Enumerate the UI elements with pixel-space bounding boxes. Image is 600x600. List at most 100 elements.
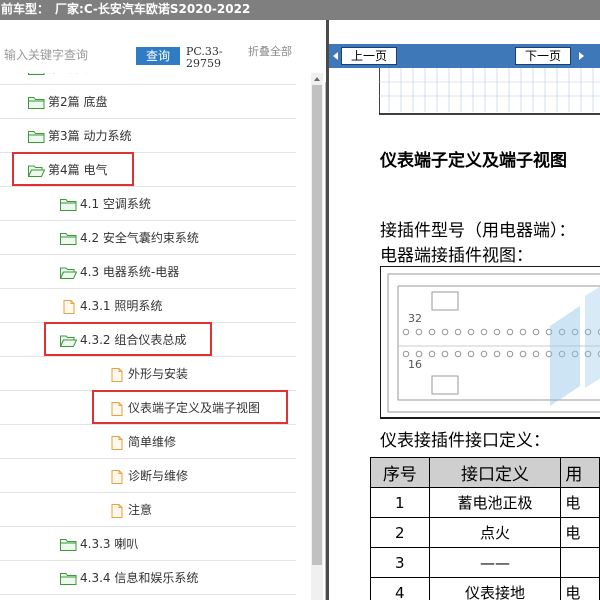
connector-model-label: 接插件型号（用电器端）： xyxy=(380,221,576,241)
tree-node-label: 注意 xyxy=(128,503,153,517)
tree-node[interactable]: 4.3.4 信息和娱乐系统 xyxy=(0,561,296,595)
document-icon xyxy=(108,367,125,382)
catalog-tree: 第1篇 概述第2篇 底盘第3篇 动力系统第4篇 电气 4.1 空调系统 4.2 安全… xyxy=(0,73,310,600)
table-row: 2 点火 电 xyxy=(370,517,600,548)
connector-pin xyxy=(454,328,462,336)
tree-node-label: 4.2 安全气囊约束系统 xyxy=(80,231,199,245)
connector-pin xyxy=(519,328,527,336)
table-header-cell: 序号 xyxy=(370,457,430,488)
table-header-cell: 用 xyxy=(560,457,600,488)
table-cell: 点火 xyxy=(428,517,562,548)
connector-pin xyxy=(506,328,514,336)
document-panel: 上一页 下一页 仪表端子定义及端子视图 接插件型号（用电器端）： 电器端接插件视… xyxy=(329,20,600,600)
tree-node[interactable]: 第4篇 电气 xyxy=(0,152,296,187)
folder-icon xyxy=(28,95,45,109)
tree-node[interactable]: 4.1 空调系统 xyxy=(0,187,296,221)
table-cell: 3 xyxy=(370,547,430,578)
connector-pin xyxy=(480,328,488,336)
connector-view-label: 电器端接插件视图： xyxy=(380,246,533,266)
tree-node-label: 4.3 电器系统-电器 xyxy=(80,265,180,279)
table-cell: 1 xyxy=(370,487,430,518)
page-nav-bar: 上一页 下一页 xyxy=(329,44,600,68)
app-window: 前车型： 厂家:C-长安汽车欧诺S2020-2022 查询 PC.33-29759… xyxy=(0,0,600,600)
folder-icon xyxy=(60,537,77,551)
folder-open-icon xyxy=(59,265,78,279)
table-cell: 4 xyxy=(370,577,430,600)
pin-definition-table: 序号 接口定义 用 1 蓄电池正极 电 2 点火 电 3 —— 4 仪表接地 电 xyxy=(370,457,600,600)
folder-icon xyxy=(60,197,77,211)
table-row: 3 —— xyxy=(370,547,600,578)
folder-icon xyxy=(28,129,45,143)
connector-pin xyxy=(441,350,449,358)
connector-pin xyxy=(415,350,423,358)
tree-node[interactable]: 4.3.3 喇叭 xyxy=(0,527,296,561)
tree-node-label: 第3篇 动力系统 xyxy=(48,129,132,143)
tree-node[interactable]: 第3篇 动力系统 xyxy=(0,119,296,153)
tree-node-label: 诊断与维修 xyxy=(128,469,189,483)
collapse-all-link[interactable]: 折叠全部 xyxy=(248,46,292,58)
tree-node-label: 4.3.1 照明系统 xyxy=(80,299,163,313)
table-row: 4 仪表接地 电 xyxy=(370,577,600,600)
folder-icon xyxy=(60,231,77,245)
table-cell: 蓄电池正极 xyxy=(428,487,562,518)
connector-pin xyxy=(532,350,540,358)
tree-node[interactable]: 简单维修 xyxy=(0,425,296,459)
connector-pin xyxy=(415,328,423,336)
next-page-button[interactable]: 下一页 xyxy=(515,47,571,65)
document-icon xyxy=(108,503,125,518)
folder-icon xyxy=(60,571,77,585)
tree-node[interactable]: 4.3 电器系统-电器 xyxy=(0,255,296,289)
table-cell: 电 xyxy=(560,487,600,518)
table-header-cell: 接口定义 xyxy=(428,457,562,488)
connector-pin xyxy=(493,350,501,358)
connector-pin xyxy=(506,350,514,358)
search-input[interactable] xyxy=(4,44,132,66)
connector-pin xyxy=(467,328,475,336)
title-bar: 前车型： 厂家:C-长安汽车欧诺S2020-2022 xyxy=(0,0,600,20)
doc-heading: 仪表端子定义及端子视图 xyxy=(380,151,567,171)
tree-node-label: 第2篇 底盘 xyxy=(48,95,108,109)
title-maker: 厂家:C-长安汽车欧诺S2020-2022 xyxy=(55,2,251,16)
tree-node[interactable]: 注意 xyxy=(0,493,296,527)
highlight-box xyxy=(92,390,288,424)
connector-pin xyxy=(402,328,410,336)
page-code: PC.33-29759 xyxy=(186,45,223,70)
document-icon xyxy=(60,299,77,314)
tree-node[interactable]: 第2篇 底盘 xyxy=(0,85,296,119)
tree-node[interactable]: 第1篇 概述 xyxy=(0,73,296,85)
document-page: 仪表端子定义及端子视图 接插件型号（用电器端）： 电器端接插件视图： 32 16… xyxy=(329,68,600,600)
connector-diagram: 32 16 xyxy=(380,266,600,419)
connector-pin xyxy=(467,350,475,358)
tree-scrollbar[interactable] xyxy=(311,73,323,600)
table-cell: 电 xyxy=(560,517,600,548)
next-arrow-icon[interactable] xyxy=(575,50,587,62)
folder-icon xyxy=(28,73,45,75)
tree-node-label: 第1篇 概述 xyxy=(48,73,107,76)
connector-pin xyxy=(402,350,410,358)
document-icon xyxy=(108,435,125,450)
connector-pin xyxy=(519,350,527,358)
connector-pin xyxy=(480,350,488,358)
tree-node[interactable]: 4.3.1 照明系统 xyxy=(0,289,296,323)
scroll-thumb[interactable] xyxy=(312,85,322,565)
tree-node-label: 外形与安装 xyxy=(128,367,189,381)
pin-def-title: 仪表接插件接口定义： xyxy=(380,431,550,451)
table-cell: 电 xyxy=(560,577,600,600)
highlight-box xyxy=(44,322,212,356)
tree-node[interactable]: 外形与安装 xyxy=(0,357,296,391)
tree-node-label: 4.3.3 喇叭 xyxy=(80,537,139,551)
connector-pin xyxy=(454,350,462,358)
scroll-up-icon[interactable] xyxy=(311,73,323,85)
tree-node[interactable]: 诊断与维修 xyxy=(0,459,296,493)
table-cell xyxy=(560,547,600,578)
left-panel: 查询 PC.33-29759 折叠全部 第1篇 概述第2篇 底盘第3篇 动力系统… xyxy=(0,20,326,600)
query-button[interactable]: 查询 xyxy=(136,47,180,65)
document-icon xyxy=(108,469,125,484)
prev-page-button[interactable]: 上一页 xyxy=(341,47,397,65)
tree-node[interactable]: 仪表端子定义及端子视图 xyxy=(0,390,296,425)
tree-node[interactable]: 4.3.2 组合仪表总成 xyxy=(0,322,296,357)
table-cell: 仪表接地 xyxy=(428,577,562,600)
connector-pin xyxy=(532,328,540,336)
diagram-fragment xyxy=(379,68,600,115)
tree-node[interactable]: 4.2 安全气囊约束系统 xyxy=(0,221,296,255)
